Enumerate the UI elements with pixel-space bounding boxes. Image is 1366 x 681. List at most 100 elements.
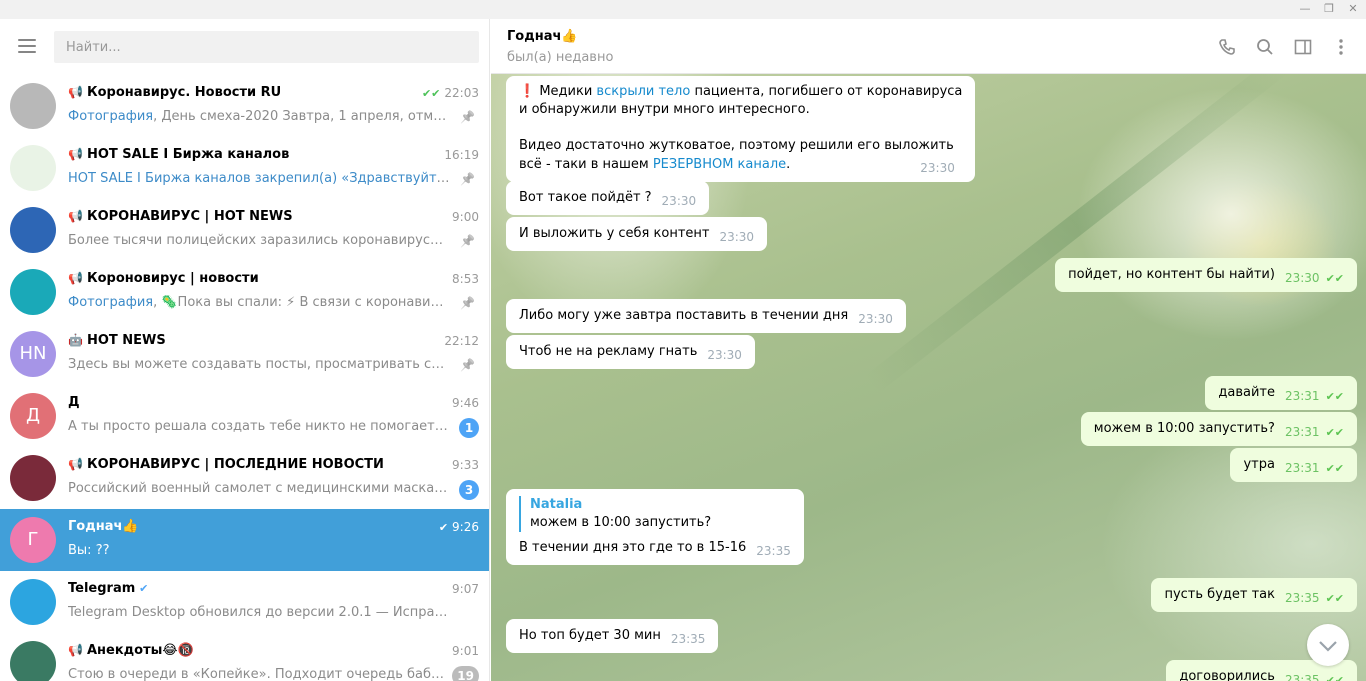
read-check-icon: ✔✔ (1325, 674, 1344, 681)
reply-quote[interactable]: Natalia можем в 10:00 запустить? (519, 496, 791, 532)
chat-preview: HOT SALE I Биржа каналов закрепил(а) «Зд… (68, 171, 450, 186)
chevron-down-icon (1319, 641, 1337, 652)
chat-list-header (0, 19, 489, 75)
message-time: 23:31 ✔✔ (1284, 389, 1344, 403)
message-in[interactable]: Чтоб не на рекламу гнать 23:30 (506, 335, 755, 369)
alert-icon: ❗ (519, 84, 536, 99)
message-in[interactable]: ❗ Медики вскрыли тело пациента, погибшег… (506, 76, 976, 182)
chat-item[interactable]: 📢 HOT SALE I Биржа каналов 16:19 HOT SALE I… (0, 137, 489, 199)
chat-item[interactable]: Д Д 9:46 А ты просто решала создать тебе ни… (0, 385, 489, 447)
read-check-icon: ✔✔ (1325, 592, 1344, 605)
bot-icon: 🤖 (68, 333, 83, 347)
search-input[interactable] (54, 31, 479, 63)
chat-item[interactable]: 📢 КОРОНАВИРУС | HOT NEWS 9:00 Более тысячи … (0, 199, 489, 261)
message-time: 23:30 (719, 230, 755, 244)
chat-name: 📢 Коронавирус. Новости RU (68, 85, 282, 100)
read-check-icon: ✔✔ (1325, 390, 1344, 403)
chat-name: 📢 КОРОНАВИРУС | HOT NEWS (68, 209, 293, 224)
message-time: 23:35 ✔✔ (1285, 673, 1344, 681)
channel-icon: 📢 (68, 643, 83, 657)
pin-icon: 📌 (460, 110, 475, 124)
avatar (10, 641, 56, 681)
message-out[interactable]: пусть будет так 23:35 ✔✔ (1151, 578, 1357, 612)
message-time: 23:31 ✔✔ (1284, 461, 1344, 475)
chat-time: 22:12 (444, 334, 479, 348)
message-time: 23:30 (707, 348, 742, 362)
chat-title[interactable]: Годнач👍 (507, 29, 578, 44)
message-time: 23:31 ✔✔ (1284, 425, 1344, 439)
message-in[interactable]: Natalia можем в 10:00 запустить? В течен… (506, 489, 804, 565)
message-time: 23:30 (661, 194, 697, 208)
chat-time: 8:53 (452, 272, 479, 286)
search-icon[interactable] (1255, 37, 1275, 57)
read-check-icon: ✔✔ (1325, 426, 1344, 439)
chat-item[interactable]: 📢 КОРОНАВИРУС | ПОСЛЕДНИЕ НОВОСТИ 9:33 Росс… (0, 447, 489, 509)
minimize-button[interactable]: — (1298, 2, 1312, 16)
read-check-icon: ✔✔ (421, 87, 441, 100)
avatar (10, 145, 56, 191)
message-in[interactable]: И выложить у себя контент 23:30 (506, 217, 768, 251)
message-time: 23:30 (858, 312, 893, 326)
chat-item[interactable]: 📢 Анекдоты😂🔞 9:01 Стою в очереди в «Копейке… (0, 633, 489, 681)
window-titlebar: — ❐ ✕ (0, 0, 1366, 19)
menu-icon[interactable] (18, 39, 36, 53)
chat-time: 9:00 (452, 210, 479, 224)
channel-icon: 📢 (68, 85, 83, 99)
message-area[interactable]: ❗ Медики вскрыли тело пациента, погибшег… (491, 74, 1366, 681)
avatar (10, 269, 56, 315)
chat-time: 9:07 (452, 582, 479, 596)
pin-icon: 📌 (460, 358, 475, 372)
message-out[interactable]: можем в 10:00 запустить? 23:31 ✔✔ (1080, 412, 1357, 446)
chat-time: 9:46 (452, 396, 479, 410)
chat-time: ✔ 9:26 (438, 520, 479, 534)
more-options-icon[interactable] (1331, 37, 1351, 57)
scroll-down-button[interactable] (1307, 624, 1349, 666)
chat-item[interactable]: Г Годнач👍 ✔ 9:26 Вы: ?? (0, 509, 489, 571)
call-icon[interactable] (1217, 37, 1237, 57)
message-in[interactable]: Но топ будет 30 мин 23:35 (506, 619, 719, 653)
chat-time: 9:33 (452, 458, 479, 472)
chat-name: Годнач👍 (68, 519, 139, 534)
avatar (10, 579, 56, 625)
message-link[interactable]: РЕЗЕРВНОМ канале (653, 157, 786, 172)
message-out[interactable]: утра 23:31 ✔✔ (1230, 448, 1357, 482)
channel-icon: 📢 (68, 209, 83, 223)
chat-name: Telegram ✔ (68, 581, 149, 596)
avatar (10, 207, 56, 253)
chat-header: Годнач👍 был(а) недавно (491, 19, 1366, 74)
chat-name: 📢 HOT SALE I Биржа каналов (68, 147, 290, 162)
close-button[interactable]: ✕ (1346, 2, 1360, 16)
chat-list-panel: 📢Коронавирус. Новости RU ✔✔22:03 Фотографи… (0, 19, 490, 681)
chat-item[interactable]: Telegram ✔ 9:07 Telegram Desktop обновился… (0, 571, 489, 633)
chat-preview: Российский военный самолет с медицинским… (68, 481, 450, 496)
message-in[interactable]: Либо могу уже завтра поставить в течении… (506, 299, 906, 333)
message-out[interactable]: пойдет, но контент бы найти) 23:30 ✔✔ (1055, 258, 1357, 292)
chat-status: был(а) недавно (507, 50, 614, 65)
restore-button[interactable]: ❐ (1322, 2, 1336, 16)
unread-badge: 1 (459, 418, 479, 438)
message-out[interactable]: давайте 23:31 ✔✔ (1205, 376, 1357, 410)
pin-icon: 📌 (460, 296, 475, 310)
chat-list: 📢 Коронавирус. Новости RU ✔✔ 22:03 Фотографи… (0, 75, 489, 681)
channel-icon: 📢 (68, 457, 83, 471)
chat-item[interactable]: 📢 Короновирус | новости 8:53 Фотография, 🦠П… (0, 261, 489, 323)
message-time: 23:35 (670, 632, 706, 646)
chat-time: 9:01 (452, 644, 479, 658)
chat-preview: Более тысячи полицейских заразились коро… (68, 233, 450, 248)
chat-preview: Фотография, День смеха-2020 Завтра, 1 ап… (68, 109, 450, 124)
chat-name: 📢 КОРОНАВИРУС | ПОСЛЕДНИЕ НОВОСТИ (68, 457, 384, 472)
chat-item[interactable]: 📢 Коронавирус. Новости RU ✔✔ 22:03 Фотографи… (0, 75, 489, 137)
pin-icon: 📌 (460, 234, 475, 248)
message-time: 23:30 ✔✔ (1284, 271, 1344, 285)
message-in[interactable]: Вот такое пойдёт ? 23:30 (506, 181, 710, 215)
message-time: 23:30 (920, 161, 955, 175)
sidebar-toggle-icon[interactable] (1293, 37, 1313, 57)
unread-badge: 3 (459, 480, 479, 500)
chat-item[interactable]: HN 🤖 HOT NEWS 22:12 Здесь вы можете создават… (0, 323, 489, 385)
message-link[interactable]: вскрыли тело (596, 84, 690, 99)
unread-badge: 19 (452, 666, 479, 681)
channel-icon: 📢 (68, 271, 83, 285)
chat-name: 📢 Анекдоты😂🔞 (68, 643, 194, 658)
chat-preview: Здесь вы можете создавать посты, просмат… (68, 357, 450, 372)
verified-icon: ✔ (135, 582, 149, 595)
